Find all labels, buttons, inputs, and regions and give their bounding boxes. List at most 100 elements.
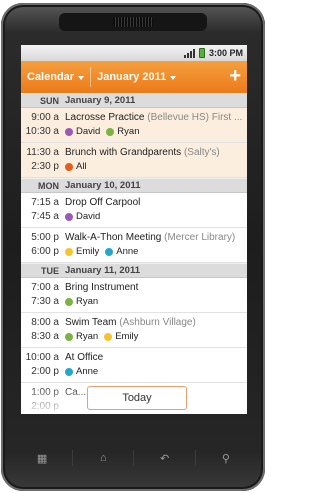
attendee-color-dot: [65, 298, 73, 306]
event-times: 7:15 a 7:45 a: [21, 196, 65, 224]
event-location: (Mercer Library): [164, 232, 236, 243]
event-times: 11:30 a 2:30 p: [21, 146, 65, 174]
attendee-name: Ryan: [117, 126, 140, 137]
hardware-buttons: ▦ ⌂ ↶ ⚲: [17, 447, 251, 469]
month-selector[interactable]: January 2011: [91, 61, 182, 93]
event-title-line: Brunch with Grandparents (Salty's): [65, 146, 247, 160]
status-time: 3:00 PM: [208, 48, 243, 58]
event-row[interactable]: 7:15 a 7:45 a Drop Off Carpool David: [21, 193, 247, 228]
event-title: Brunch with Grandparents: [65, 147, 182, 158]
event-info: Bring Instrument Ryan: [65, 281, 247, 309]
attendee-color-dot: [65, 128, 73, 136]
attendee-name: Emily: [76, 246, 100, 257]
event-end-time: 6:00 p: [31, 246, 59, 257]
search-icon[interactable]: ⚲: [206, 449, 246, 467]
event-times: 10:00 a 2:00 p: [21, 351, 65, 379]
action-bar: Calendar January 2011 +: [21, 61, 247, 93]
chevron-down-icon: [78, 76, 85, 80]
event-row[interactable]: 9:00 a 10:30 a Lacrosse Practice (Bellevue…: [21, 108, 247, 143]
event-location: (Bellevue HS): [147, 112, 209, 123]
attendee-color-dot: [65, 163, 73, 171]
event-start-time: 10:00 a: [25, 352, 59, 363]
phone-body: 3:00 PM Calendar January 2011 + SUN Janua…: [1, 3, 265, 491]
event-title-line: Walk-A-Thon Meeting (Mercer Library): [65, 231, 247, 245]
event-row[interactable]: 11:30 a 2:30 p Brunch with Grandparents (S…: [21, 143, 247, 178]
attendee: David: [65, 210, 100, 224]
attendee-color-dot: [106, 128, 115, 136]
attendee-name: Ryan: [76, 296, 99, 307]
attendee: All: [65, 160, 87, 174]
event-title-line: Drop Off Carpool: [65, 196, 247, 210]
attendee-color-dot: [65, 248, 73, 256]
event-title: At Office: [65, 352, 104, 363]
menu-icon[interactable]: ▦: [22, 449, 62, 467]
event-attendees: Ryan: [65, 295, 247, 309]
event-location: (Salty's): [183, 147, 220, 158]
event-attendees: David Ryan: [65, 125, 247, 139]
event-end-time: 2:00 p: [31, 366, 59, 377]
attendee: Anne: [65, 365, 98, 379]
event-info: Swim Team (Ashburn Village) Ryan Emily: [65, 316, 247, 344]
event-start-time: 7:15 a: [31, 197, 59, 208]
event-attendees: All: [65, 160, 247, 174]
attendee-name: Ryan: [76, 331, 99, 342]
event-start-time: 11:30 a: [26, 147, 59, 158]
calendar-selector-label: Calendar: [27, 71, 75, 83]
event-title-line: Lacrosse Practice (Bellevue HS) First ..…: [65, 111, 247, 125]
agenda-list[interactable]: SUN January 9, 2011 9:00 a 10:30 a Lacrosse …: [21, 93, 247, 414]
home-icon[interactable]: ⌂: [83, 449, 123, 467]
add-event-button[interactable]: +: [229, 65, 241, 87]
event-row[interactable]: 8:00 a 8:30 a Swim Team (Ashburn Village) R…: [21, 313, 247, 348]
event-title: Drop Off Carpool: [65, 197, 141, 208]
screen: 3:00 PM Calendar January 2011 + SUN Janua…: [21, 45, 247, 414]
divider: [72, 450, 74, 466]
divider: [194, 450, 196, 466]
event-info: Drop Off Carpool David: [65, 196, 247, 224]
event-attendees: Ryan Emily: [65, 330, 247, 344]
event-info: Walk-A-Thon Meeting (Mercer Library) Emil…: [65, 231, 247, 259]
day-date: January 9, 2011: [65, 95, 136, 106]
event-info: At Office Anne: [65, 351, 247, 379]
divider: [133, 450, 135, 466]
day-of-week: SUN: [39, 95, 59, 106]
day-header: MON January 10, 2011: [21, 178, 247, 193]
event-times: 5:00 p 6:00 p: [21, 231, 65, 259]
event-end-time: 10:30 a: [25, 126, 59, 137]
calendar-selector[interactable]: Calendar: [21, 61, 90, 93]
event-end-time: 7:30 a: [31, 296, 59, 307]
attendee-name: Anne: [76, 366, 99, 377]
attendee-color-dot: [65, 213, 73, 221]
attendee: Ryan: [65, 330, 98, 344]
event-end-time: 7:45 a: [31, 211, 59, 222]
event-title-line: Bring Instrument: [65, 281, 247, 295]
event-info: Brunch with Grandparents (Salty's) All: [65, 146, 247, 174]
day-of-week: TUE: [41, 265, 59, 276]
event-start-time: 8:00 a: [31, 317, 59, 328]
attendee: Ryan: [106, 125, 139, 139]
attendee-color-dot: [104, 333, 113, 341]
event-title: Lacrosse Practice: [65, 112, 145, 123]
attendee-name: Anne: [116, 246, 139, 257]
event-note: First ...: [211, 112, 243, 123]
event-start-time: 7:00 a: [31, 282, 59, 293]
event-title: Walk-A-Thon Meeting: [65, 232, 162, 243]
event-row[interactable]: 5:00 p 6:00 p Walk-A-Thon Meeting (Mercer …: [21, 228, 247, 263]
back-icon[interactable]: ↶: [145, 449, 185, 467]
chevron-down-icon: [170, 76, 177, 80]
event-row[interactable]: 7:00 a 7:30 a Bring Instrument Ryan: [21, 278, 247, 313]
today-button[interactable]: Today: [87, 386, 187, 410]
event-location: (Ashburn Village): [119, 317, 196, 328]
event-title-line: At Office: [65, 351, 247, 365]
day-date: January 10, 2011: [65, 180, 141, 191]
event-attendees: Emily Anne: [65, 245, 247, 259]
attendee-color-dot: [105, 248, 114, 256]
event-info: Lacrosse Practice (Bellevue HS) First ..…: [65, 111, 247, 139]
attendee: Emily: [104, 330, 138, 344]
event-attendees: Anne: [65, 365, 247, 379]
attendee-name: All: [76, 161, 87, 172]
signal-icon: [183, 48, 195, 58]
attendee: Anne: [105, 245, 138, 259]
attendee-name: David: [76, 126, 101, 137]
event-row[interactable]: 10:00 a 2:00 p At Office Anne: [21, 348, 247, 383]
event-times: 8:00 a 8:30 a: [21, 316, 65, 344]
